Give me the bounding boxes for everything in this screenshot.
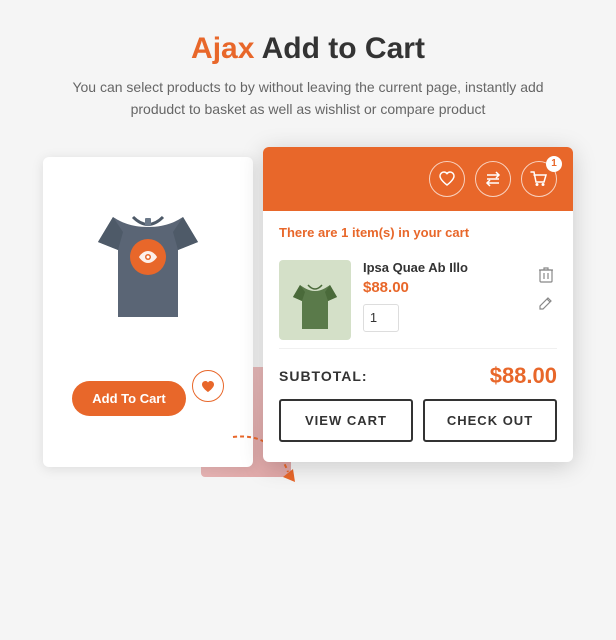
cart-item-name: Ipsa Quae Ab Illo xyxy=(363,260,523,275)
title-rest: Add to Cart xyxy=(254,32,425,65)
page-title: Ajax Add to Cart xyxy=(60,32,556,66)
wishlist-header-button[interactable] xyxy=(429,161,465,197)
tshirt-container xyxy=(93,182,203,332)
subtotal-row: SUBTOTAL: $88.00 xyxy=(279,349,557,399)
add-to-cart-button[interactable]: Add To Cart xyxy=(72,381,185,416)
cart-popup-header: 1 xyxy=(263,147,573,211)
wishlist-button[interactable] xyxy=(192,370,224,402)
cart-item-actions xyxy=(535,260,557,314)
view-cart-button[interactable]: VIEW CART xyxy=(279,399,413,442)
demo-area: Add To Cart xyxy=(43,147,573,587)
cart-header-button[interactable]: 1 xyxy=(521,161,557,197)
add-row: Add To Cart xyxy=(72,357,223,416)
cart-info-prefix: There are xyxy=(279,225,341,240)
product-image-area xyxy=(88,177,208,337)
checkout-button[interactable]: CHECK OUT xyxy=(423,399,557,442)
compare-header-button[interactable] xyxy=(475,161,511,197)
cart-actions: VIEW CART CHECK OUT xyxy=(279,399,557,448)
product-card: Add To Cart xyxy=(43,157,253,467)
cart-popup: 1 There are 1 item(s) in your cart xyxy=(263,147,573,462)
edit-item-button[interactable] xyxy=(535,292,557,314)
cart-item-qty-input[interactable] xyxy=(363,304,399,332)
cart-item: Ipsa Quae Ab Illo $88.00 xyxy=(279,252,557,349)
page-subtitle: You can select products to by without le… xyxy=(60,76,556,121)
cart-item-image xyxy=(279,260,351,340)
quick-view-icon[interactable] xyxy=(130,239,166,275)
cart-badge: 1 xyxy=(546,156,562,172)
cart-info-suffix: in your cart xyxy=(395,225,469,240)
remove-item-button[interactable] xyxy=(535,264,557,286)
page-header: Ajax Add to Cart You can select products… xyxy=(0,0,616,137)
cart-info-text: There are 1 item(s) in your cart xyxy=(279,225,557,240)
cart-item-details: Ipsa Quae Ab Illo $88.00 xyxy=(363,260,523,332)
cart-item-unit: item(s) xyxy=(348,225,394,240)
cart-item-price: $88.00 xyxy=(363,279,523,296)
title-highlight: Ajax xyxy=(191,32,254,65)
cart-popup-body: There are 1 item(s) in your cart Ipsa Qu… xyxy=(263,211,573,462)
subtotal-label: SUBTOTAL: xyxy=(279,368,368,384)
subtotal-value: $88.00 xyxy=(490,363,557,389)
